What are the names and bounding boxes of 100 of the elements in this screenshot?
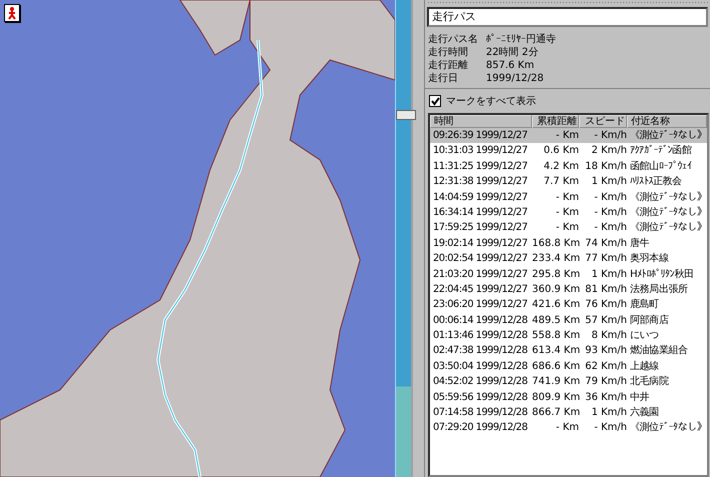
track-row[interactable]: 02:47:38 1999/12/28 613.4 Km 93 Km/h 燃油協業組合 bbox=[430, 343, 707, 359]
speed-cell-text: 1 Km/h bbox=[590, 175, 627, 190]
speed-cell-text: - Km/h bbox=[593, 129, 627, 143]
place-cell-text: 六義園 bbox=[629, 406, 660, 420]
time-cell-text: 23:06:20 1999/12/27 bbox=[432, 298, 528, 312]
place-cell-text: 《測位ﾃﾞｰﾀなし》 bbox=[629, 128, 707, 143]
track-row[interactable]: 07:14:58 1999/12/28 866.7 Km 1 Km/h 六義園 bbox=[430, 405, 707, 420]
path-name-field[interactable]: 走行パス bbox=[427, 7, 708, 27]
time-cell-text: 05:59:56 1999/12/28 bbox=[432, 390, 528, 405]
info-value: 857.6 Km bbox=[486, 59, 534, 72]
track-row[interactable]: 00:06:14 1999/12/28 489.5 Km 57 Km/h 阿部商店 bbox=[430, 312, 707, 328]
column-header[interactable]: スピード bbox=[579, 115, 627, 128]
place-cell-text: 《測位ﾃﾞｰﾀなし》 bbox=[629, 206, 707, 220]
track-row[interactable]: 12:31:38 1999/12/27 7.7 Km 1 Km/h ﾊﾘｽﾄｽ正教会 bbox=[430, 174, 707, 190]
track-row[interactable]: 17:59:25 1999/12/27 - Km - Km/h 《測位ﾃﾞｰﾀなし》 bbox=[430, 220, 707, 236]
speed-cell-text: - Km/h bbox=[593, 421, 627, 436]
distance-cell-text: 168.8 Km bbox=[532, 236, 579, 251]
info-label: 走行パス名 bbox=[428, 33, 479, 46]
track-row[interactable]: 10:31:03 1999/12/27 0.6 Km 2 Km/h ｱｸｱｶﾞｰﾃﾞﾝ函館 bbox=[430, 143, 707, 159]
place-cell-text: 燃油協業組合 bbox=[629, 344, 689, 358]
track-row[interactable]: 19:02:14 1999/12/27 168.8 Km 74 Km/h 唐牛 bbox=[430, 236, 707, 252]
place-cell-text: 阿部商店 bbox=[629, 314, 670, 328]
distance-cell-text: - Km bbox=[554, 421, 579, 436]
speed-cell-text: - Km/h bbox=[593, 221, 627, 236]
place-cell-text: 鹿島町 bbox=[629, 298, 660, 312]
time-cell-text: 10:31:03 1999/12/27 bbox=[432, 144, 528, 158]
speed-cell-text: - Km/h bbox=[593, 190, 627, 205]
time-cell-text: 14:04:59 1999/12/27 bbox=[432, 190, 528, 205]
track-row[interactable]: 23:06:20 1999/12/27 421.6 Km 76 Km/h 鹿島町 bbox=[430, 297, 707, 313]
distance-cell-text: 295.8 Km bbox=[532, 268, 579, 282]
distance-cell-text: 558.8 Km bbox=[532, 329, 579, 344]
track-row[interactable]: 20:02:54 1999/12/27 233.4 Km 77 Km/h 奥羽本線 bbox=[430, 251, 707, 267]
place-cell-text: 唐牛 bbox=[629, 236, 650, 251]
speed-cell-text: 77 Km/h bbox=[584, 252, 627, 266]
speed-cell-text: 1 Km/h bbox=[590, 268, 627, 282]
distance-cell-text: 489.5 Km bbox=[532, 314, 579, 328]
track-row[interactable]: 11:31:25 1999/12/27 4.2 Km 18 Km/h 函館山ﾛｰﾌﾟｳｪｲ bbox=[430, 158, 707, 174]
place-cell-text: 《測位ﾃﾞｰﾀなし》 bbox=[629, 420, 707, 436]
place-cell-text: 《測位ﾃﾞｰﾀなし》 bbox=[629, 190, 707, 205]
track-row[interactable]: 07:29:20 1999/12/28 - Km - Km/h 《測位ﾃﾞｰﾀなし》 bbox=[430, 420, 707, 436]
info-value: 22時間 2分 bbox=[486, 46, 538, 59]
speed-cell-text: 36 Km/h bbox=[584, 390, 627, 405]
time-cell-text: 16:34:14 1999/12/27 bbox=[432, 206, 528, 220]
info-value: 1999/12/28 bbox=[486, 72, 544, 85]
time-cell-text: 02:47:38 1999/12/28 bbox=[432, 344, 528, 358]
checkbox[interactable] bbox=[429, 95, 441, 107]
column-header[interactable]: 付近名称 bbox=[627, 115, 707, 128]
speed-cell-text: 93 Km/h bbox=[584, 344, 627, 358]
track-row[interactable]: 21:03:20 1999/12/27 295.8 Km 1 Km/h Hﾒﾄﾛﾎﾟﾘﾀﾝ秋田 bbox=[430, 266, 707, 282]
column-header[interactable]: 時間 bbox=[430, 115, 532, 128]
info-label: 走行時間 bbox=[428, 46, 469, 59]
distance-cell-text: - Km bbox=[554, 206, 579, 220]
track-row[interactable]: 04:52:02 1999/12/28 741.9 Km 79 Km/h 北毛病院 bbox=[430, 374, 707, 390]
speed-cell-text: 57 Km/h bbox=[584, 314, 627, 328]
track-row[interactable]: 03:50:04 1999/12/28 686.6 Km 62 Km/h 上越線 bbox=[430, 358, 707, 374]
place-cell-text: ｱｸｱｶﾞｰﾃﾞﾝ函館 bbox=[629, 144, 692, 158]
time-cell-text: 22:04:45 1999/12/27 bbox=[432, 282, 528, 297]
track-row[interactable]: 16:34:14 1999/12/27 - Km - Km/h 《測位ﾃﾞｰﾀなし》 bbox=[430, 204, 707, 220]
track-row[interactable]: 14:04:59 1999/12/27 - Km - Km/h 《測位ﾃﾞｰﾀなし》 bbox=[430, 190, 707, 205]
speed-cell-text: 76 Km/h bbox=[584, 298, 627, 312]
distance-cell-text: 360.9 Km bbox=[532, 282, 579, 297]
place-cell-text: 中井 bbox=[629, 390, 650, 405]
track-row[interactable]: 01:13:46 1999/12/28 558.8 Km 8 Km/h にいつ bbox=[430, 328, 707, 344]
place-cell-text: 奥羽本線 bbox=[629, 252, 670, 266]
time-cell-text: 00:06:14 1999/12/28 bbox=[432, 314, 528, 328]
time-cell-text: 20:02:54 1999/12/27 bbox=[432, 252, 528, 266]
place-cell-text: 《測位ﾃﾞｰﾀなし》 bbox=[629, 220, 707, 236]
distance-cell-text: 7.7 Km bbox=[542, 175, 579, 190]
speed-cell-text: 18 Km/h bbox=[584, 160, 627, 174]
place-cell-text: 函館山ﾛｰﾌﾟｳｪｲ bbox=[629, 160, 692, 174]
speed-cell-text: 81 Km/h bbox=[584, 282, 627, 297]
info-value: ﾎﾟｰﾆﾓﾘﾔｰ円通寺 bbox=[486, 33, 556, 46]
track-row[interactable]: 05:59:56 1999/12/28 809.9 Km 36 Km/h 中井 bbox=[430, 390, 707, 406]
column-header[interactable]: 累積距離 bbox=[532, 115, 579, 128]
info-label: 走行日 bbox=[428, 72, 459, 85]
time-cell-text: 09:26:39 1999/12/27 bbox=[432, 129, 528, 143]
distance-cell-text: 233.4 Km bbox=[532, 252, 579, 266]
distance-cell-text: - Km bbox=[554, 221, 579, 236]
time-cell-text: 03:50:04 1999/12/28 bbox=[432, 360, 528, 374]
place-cell-text: 法務局出張所 bbox=[629, 282, 689, 297]
speed-cell-text: 2 Km/h bbox=[590, 144, 627, 158]
place-cell-text: ﾊﾘｽﾄｽ正教会 bbox=[629, 175, 683, 190]
figure-icon[interactable] bbox=[4, 4, 20, 22]
time-cell-text: 19:02:14 1999/12/27 bbox=[432, 236, 528, 251]
info-label: 走行距離 bbox=[428, 59, 469, 72]
time-cell-text: 01:13:46 1999/12/28 bbox=[432, 329, 528, 344]
time-cell-text: 04:52:02 1999/12/28 bbox=[432, 375, 528, 390]
speed-cell-text: 62 Km/h bbox=[584, 360, 627, 374]
zoom-slider-thumb[interactable] bbox=[396, 110, 416, 120]
time-cell-text: 07:29:20 1999/12/28 bbox=[432, 421, 528, 436]
track-row[interactable]: 22:04:45 1999/12/27 360.9 Km 81 Km/h 法務局出張所 bbox=[430, 282, 707, 298]
track-row[interactable]: 09:26:39 1999/12/27 - Km - Km/h 《測位ﾃﾞｰﾀなし》 bbox=[430, 128, 707, 144]
distance-cell-text: 0.6 Km bbox=[542, 144, 579, 158]
checkbox-label[interactable]: マークをすべて表示 bbox=[446, 94, 536, 108]
distance-cell-text: 686.6 Km bbox=[532, 360, 579, 374]
place-cell-text: 上越線 bbox=[629, 360, 660, 374]
distance-cell-text: - Km bbox=[554, 190, 579, 205]
distance-cell-text: 866.7 Km bbox=[532, 406, 579, 420]
distance-cell-text: 4.2 Km bbox=[542, 160, 579, 174]
distance-cell-text: 421.6 Km bbox=[532, 298, 579, 312]
